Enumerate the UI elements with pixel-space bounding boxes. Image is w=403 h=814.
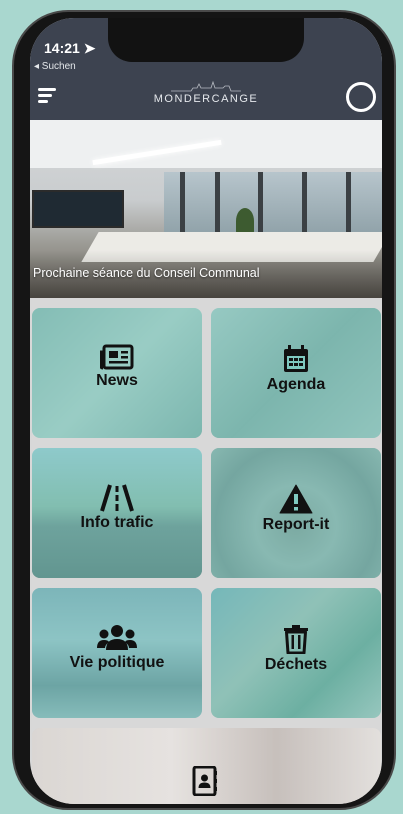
profile-circle-button[interactable] xyxy=(346,82,376,112)
tile-news[interactable]: News xyxy=(32,308,202,438)
address-book-icon xyxy=(192,766,217,796)
status-time: 14:21 ➤ xyxy=(44,40,96,56)
tile-label: Déchets xyxy=(264,656,328,673)
tile-label: Agenda xyxy=(266,376,326,393)
app-header: 14:21 ➤ ◂ Suchen MONDERCANGE xyxy=(30,18,382,120)
tile-dechets[interactable]: Déchets xyxy=(211,588,381,718)
tile-contacts[interactable] xyxy=(32,728,381,804)
tile-label: Report-it xyxy=(262,516,330,533)
newspaper-icon xyxy=(100,344,134,370)
road-icon xyxy=(100,484,134,512)
users-icon xyxy=(97,625,137,650)
trash-icon xyxy=(284,625,308,654)
warning-icon xyxy=(279,484,313,514)
tile-label: News xyxy=(96,372,138,389)
app-screen: 14:21 ➤ ◂ Suchen MONDERCANGE Prochaine s… xyxy=(30,18,382,804)
back-to-search-link[interactable]: ◂ Suchen xyxy=(34,61,76,72)
skyline-icon xyxy=(171,80,241,92)
logo-text: MONDERCANGE xyxy=(153,93,259,105)
meeting-banner[interactable]: Prochaine séance du Conseil Communal xyxy=(30,120,382,298)
tile-vie-politique[interactable]: Vie politique xyxy=(32,588,202,718)
calendar-icon xyxy=(284,345,308,372)
tile-label: Info trafic xyxy=(80,514,154,531)
location-arrow-icon: ➤ xyxy=(83,40,96,56)
device-notch xyxy=(108,18,304,62)
conference-screen xyxy=(32,190,124,228)
tile-report-it[interactable]: Report-it xyxy=(211,448,381,578)
app-logo: MONDERCANGE xyxy=(146,80,266,105)
tile-label: Vie politique xyxy=(69,654,165,671)
banner-caption: Prochaine séance du Conseil Communal xyxy=(33,266,260,280)
tile-info-trafic[interactable]: Info trafic xyxy=(32,448,202,578)
tile-agenda[interactable]: Agenda xyxy=(211,308,381,438)
hamburger-menu-icon[interactable] xyxy=(38,88,56,103)
